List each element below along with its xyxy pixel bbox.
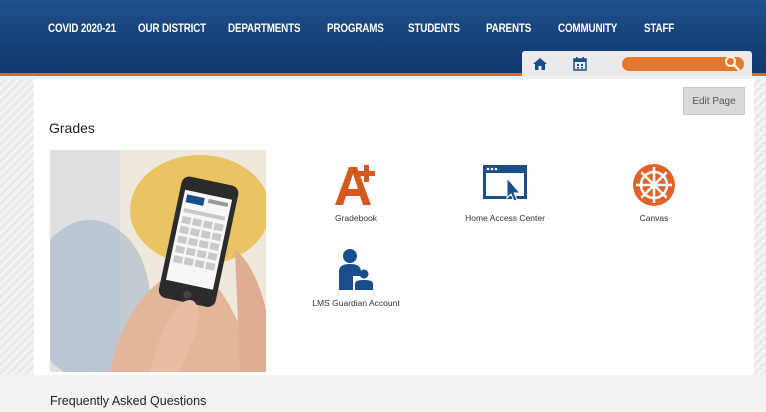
tile-home-access-center[interactable]: Home Access Center	[445, 161, 565, 223]
right-side-pattern	[754, 79, 766, 379]
tile-label-canvas: Canvas	[639, 213, 669, 223]
nav-item-programs[interactable]: PROGRAMS	[327, 21, 393, 35]
nav-item-our-district[interactable]: OUR DISTRICT	[138, 21, 212, 35]
nav-item-students[interactable]: STUDENTS	[408, 21, 472, 35]
edit-page-button[interactable]: Edit Page	[683, 87, 745, 115]
nav-item-staff[interactable]: STAFF	[644, 21, 685, 35]
tile-label-lms-guardian-account: LMS Guardian Account	[312, 298, 400, 308]
tile-gradebook[interactable]: Gradebook	[296, 161, 416, 223]
home-icon[interactable]	[532, 56, 548, 72]
top-navbar: COVID 2020-21 OUR DISTRICT DEPARTMENTS P…	[0, 0, 766, 76]
main-content: Edit Page Grades Gradebook Home Access C…	[34, 79, 754, 375]
nav-item-community[interactable]: COMMUNITY	[558, 21, 629, 35]
tile-canvas[interactable]: Canvas	[594, 161, 714, 223]
page-title: Grades	[49, 120, 95, 136]
gradebook-a-plus-icon	[335, 165, 375, 205]
tile-lms-guardian-account[interactable]: LMS Guardian Account	[296, 246, 416, 308]
calendar-icon[interactable]	[572, 56, 588, 72]
nav-item-departments[interactable]: DEPARTMENTS	[228, 21, 309, 35]
left-side-pattern	[0, 79, 34, 379]
guardian-user-icon	[339, 249, 373, 290]
search-icon[interactable]	[724, 55, 740, 71]
phone-photo	[50, 150, 266, 372]
main-nav: COVID 2020-21 OUR DISTRICT DEPARTMENTS P…	[48, 21, 694, 35]
nav-item-parents[interactable]: PARENTS	[486, 21, 545, 35]
faq-heading: Frequently Asked Questions	[50, 394, 207, 408]
nav-item-covid[interactable]: COVID 2020-21	[48, 21, 122, 35]
canvas-logo-icon	[633, 164, 675, 206]
tile-label-gradebook: Gradebook	[334, 213, 378, 223]
browser-cursor-icon	[483, 165, 527, 202]
tile-label-home-access-center: Home Access Center	[465, 213, 545, 223]
utility-bar	[522, 51, 752, 76]
